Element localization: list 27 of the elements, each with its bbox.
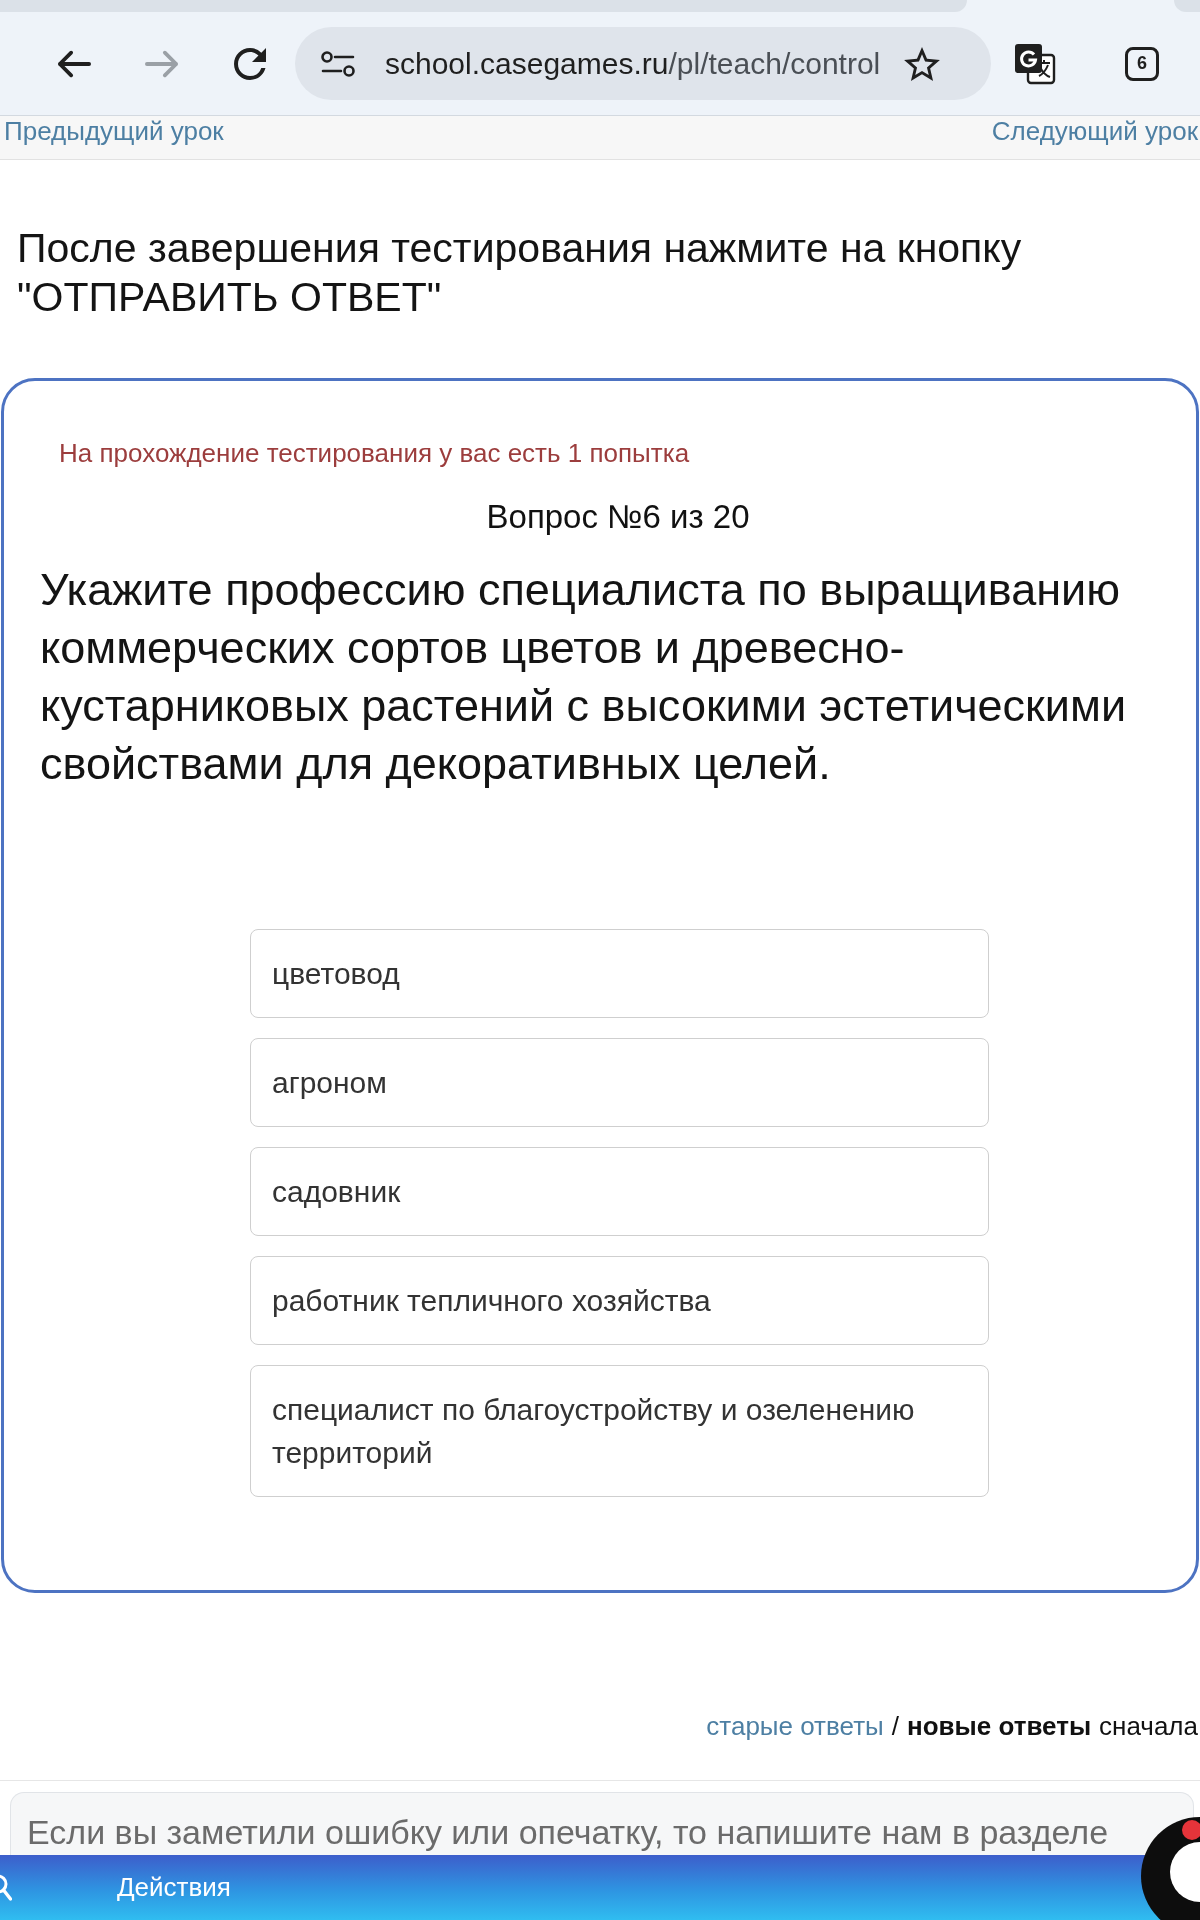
sort-option[interactable]: новые ответы — [907, 1710, 1092, 1742]
previous-lesson-link[interactable]: Предыдущий урок — [4, 116, 224, 146]
sort-separator: / — [891, 1710, 899, 1742]
bookmark-star-icon — [904, 46, 940, 81]
address-bar[interactable]: school.casegames.ru/pl/teach/control — [295, 27, 991, 100]
sort-option[interactable]: старые ответы — [706, 1710, 884, 1742]
tab-switcher-button[interactable]: 6 — [1125, 46, 1159, 81]
question-text: Укажите профессию специалиста по выращиванию коммерческих сортов цветов и древесно-кустарниковых растений с высокими эстетическими свойствами для декоративных целей. — [40, 563, 1128, 791]
reload-icon — [234, 47, 266, 80]
answer-option[interactable]: садовник — [250, 1147, 989, 1236]
answer-option[interactable]: работник тепличного хозяйства — [250, 1256, 989, 1345]
answer-option[interactable]: специалист по благоустройству и озеленению территорий — [250, 1365, 989, 1497]
attempts-notice: На прохождение тестирования у вас есть 1 попытка — [59, 437, 691, 469]
translate-icon — [1014, 42, 1056, 85]
url-text[interactable]: school.casegames.ru/pl/teach/control — [385, 46, 890, 81]
back-arrow-icon — [57, 48, 91, 79]
sort-suffix-text: сначала — [1099, 1710, 1198, 1742]
bookmark-button[interactable] — [904, 46, 940, 81]
answer-option[interactable]: агроном — [250, 1038, 989, 1127]
next-lesson-link[interactable]: Следующий урок — [991, 116, 1198, 146]
chat-widget-icon[interactable] — [1138, 1816, 1200, 1920]
forward-arrow-icon — [145, 48, 179, 79]
answer-option[interactable]: цветовод — [250, 929, 989, 1018]
feedback-field[interactable]: Если вы заметили ошибку или опечатку, то напишите нам в разделе — [10, 1792, 1194, 1855]
site-settings-icon[interactable] — [321, 50, 355, 77]
question-number: Вопрос №6 из 20 — [485, 497, 751, 537]
instruction-text: После завершения тестирования нажмите на кнопку "ОТПРАВИТЬ ОТВЕТ" — [16, 224, 1023, 322]
